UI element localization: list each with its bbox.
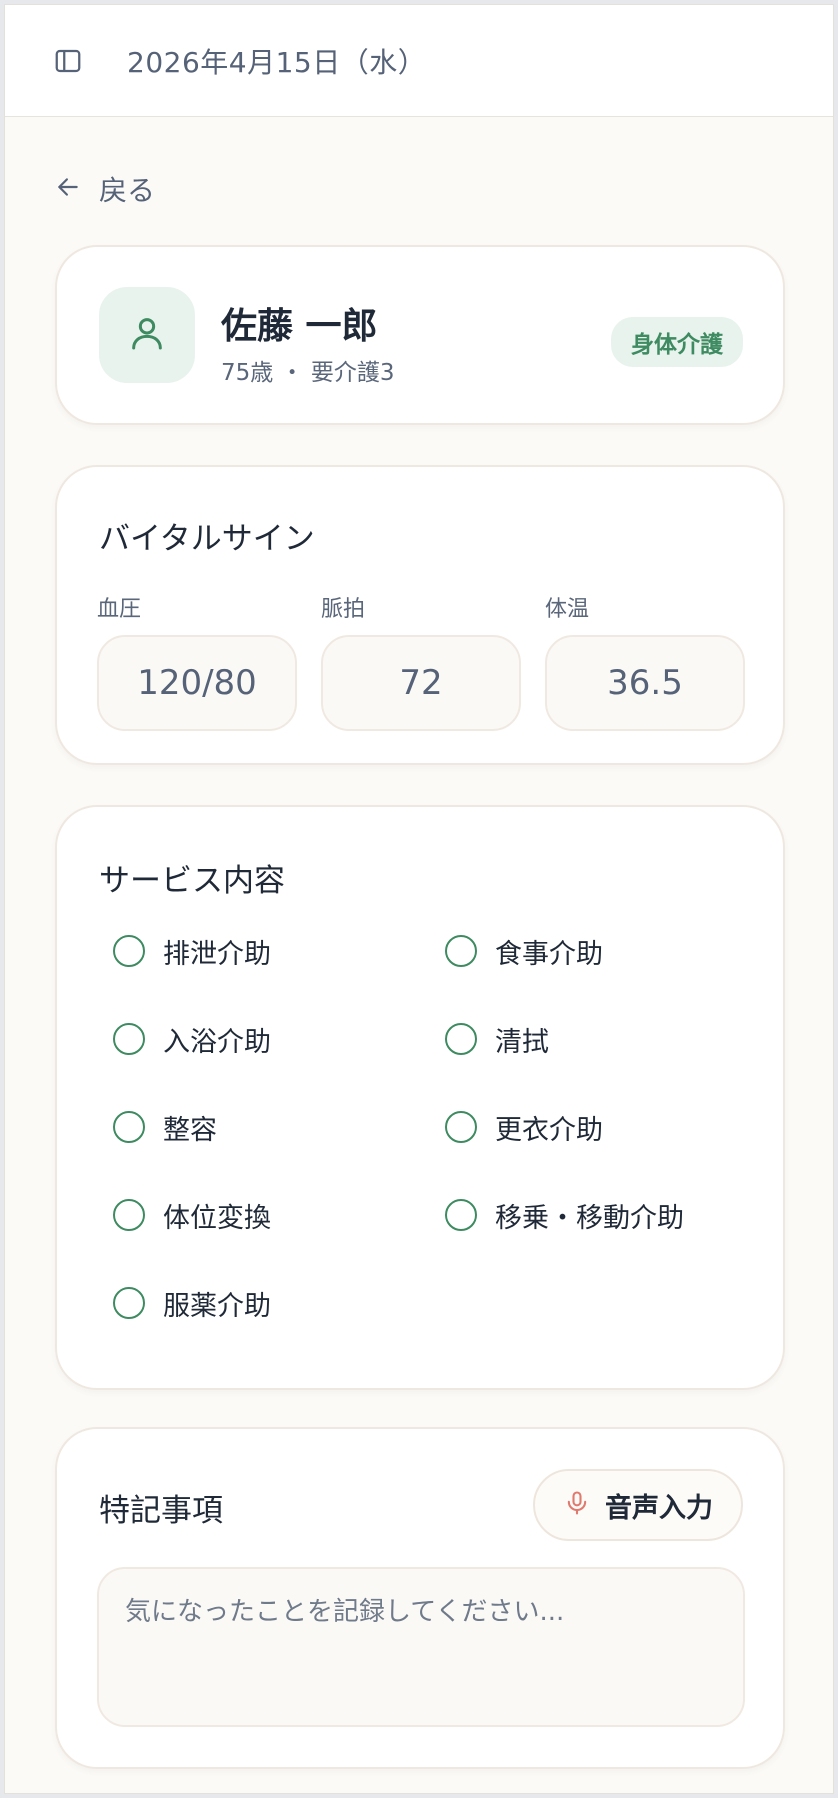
app-frame: 2026年4月15日（水） 戻る 佐藤 一郎 75歳 ・ 要介護3 身体介護 バ… — [4, 4, 834, 1794]
service-meal[interactable]: 食事介助 — [445, 927, 777, 975]
voice-input-button[interactable]: 音声入力 — [533, 1469, 743, 1541]
resident-name: 佐藤 一郎 — [221, 305, 378, 347]
service-wipe[interactable]: 清拭 — [445, 1015, 777, 1063]
vital-pulse: 脈拍 72 — [321, 591, 521, 731]
vital-label: 脈拍 — [321, 597, 366, 622]
radio-button[interactable] — [113, 935, 145, 967]
blood-pressure-input[interactable]: 120/80 — [97, 635, 297, 731]
pulse-input[interactable]: 72 — [321, 635, 521, 731]
back-label: 戻る — [99, 174, 156, 207]
radio-button[interactable] — [445, 1199, 477, 1231]
service-dressing[interactable]: 更衣介助 — [445, 1103, 777, 1151]
service-transfer[interactable]: 移乗・移動介助 — [445, 1191, 777, 1239]
service-label: 体位変換 — [163, 1202, 271, 1234]
radio-button[interactable] — [445, 1023, 477, 1055]
service-label: 食事介助 — [495, 938, 603, 970]
avatar — [99, 287, 195, 383]
notes-title: 特記事項 — [99, 1493, 223, 1529]
vitals-card: バイタルサイン 血圧 120/80 脈拍 72 体温 36.5 — [55, 465, 785, 765]
service-label: 整容 — [163, 1114, 217, 1146]
radio-button[interactable] — [113, 1111, 145, 1143]
service-label: 排泄介助 — [163, 938, 271, 970]
service-medication[interactable]: 服薬介助 — [113, 1279, 445, 1327]
voice-input-label: 音声入力 — [605, 1492, 713, 1524]
vital-label: 体温 — [545, 597, 590, 622]
user-icon — [127, 313, 167, 357]
notes-textarea[interactable] — [97, 1567, 745, 1727]
service-grooming[interactable]: 整容 — [113, 1103, 445, 1151]
current-date: 2026年4月15日（水） — [127, 45, 427, 79]
radio-button[interactable] — [113, 1199, 145, 1231]
services-title: サービス内容 — [99, 863, 285, 899]
resident-meta: 75歳 ・ 要介護3 — [221, 360, 395, 386]
radio-button[interactable] — [113, 1287, 145, 1319]
top-bar: 2026年4月15日（水） — [5, 5, 833, 117]
service-label: 移乗・移動介助 — [495, 1202, 684, 1234]
service-excretion[interactable]: 排泄介助 — [113, 927, 445, 975]
vital-blood-pressure: 血圧 120/80 — [97, 591, 297, 731]
sidebar-toggle-icon[interactable] — [51, 44, 85, 78]
service-list: 排泄介助 食事介助 入浴介助 清拭 整容 更衣介助 体位変換 移乗・移動介助 服… — [113, 927, 773, 1327]
back-button[interactable]: 戻る — [55, 169, 155, 209]
radio-button[interactable] — [445, 1111, 477, 1143]
vitals-title: バイタルサイン — [99, 521, 315, 557]
vital-temperature: 体温 36.5 — [545, 591, 745, 731]
service-label: 入浴介助 — [163, 1026, 271, 1058]
service-label: 更衣介助 — [495, 1114, 603, 1146]
radio-button[interactable] — [113, 1023, 145, 1055]
vital-label: 血圧 — [97, 597, 142, 622]
service-bath[interactable]: 入浴介助 — [113, 1015, 445, 1063]
service-label: 清拭 — [495, 1026, 549, 1058]
arrow-left-icon — [55, 174, 81, 204]
services-card: サービス内容 排泄介助 食事介助 入浴介助 清拭 整容 更衣介助 体位変換 移乗… — [55, 805, 785, 1390]
service-repositioning[interactable]: 体位変換 — [113, 1191, 445, 1239]
care-type-badge: 身体介護 — [611, 317, 743, 367]
temperature-input[interactable]: 36.5 — [545, 635, 745, 731]
profile-card: 佐藤 一郎 75歳 ・ 要介護3 身体介護 — [55, 245, 785, 425]
microphone-icon — [563, 1489, 591, 1521]
radio-button[interactable] — [445, 935, 477, 967]
service-label: 服薬介助 — [163, 1290, 271, 1322]
notes-card: 特記事項 音声入力 — [55, 1427, 785, 1769]
